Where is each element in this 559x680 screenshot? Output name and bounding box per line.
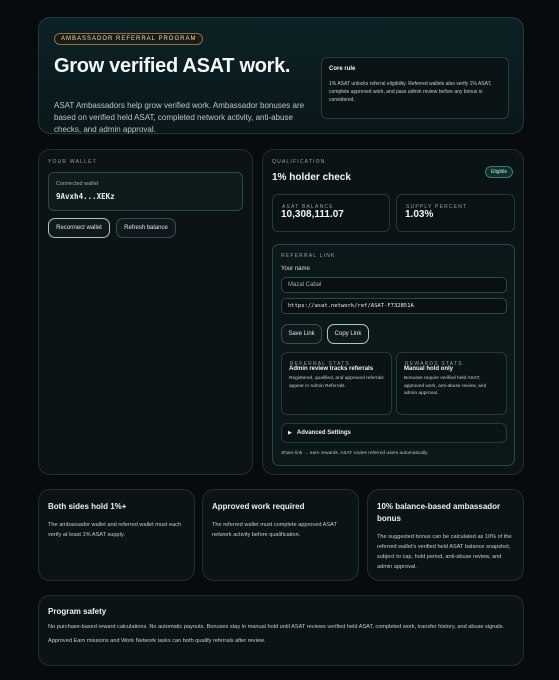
refresh-balance-button[interactable]: Refresh balance [116,218,176,238]
supply-percent-label: SUPPLY PERCENT [406,204,468,210]
info-card-title: Both sides hold 1%+ [48,502,127,511]
referral-link-label: REFERRAL LINK [281,253,336,259]
referral-footer-note: Share link → earn rewards. ASAT routes r… [281,451,429,456]
save-link-button[interactable]: Save Link [281,324,322,344]
advanced-settings-toggle[interactable]: ▶ Advanced Settings [281,423,507,443]
supply-percent-card: SUPPLY PERCENT 1.03% [396,194,515,232]
qualification-panel: QUALIFICATION 1% holder check Eligible A… [262,149,524,475]
eligible-badge: Eligible [485,166,514,178]
core-rule-body: 1% ASAT unlocks referral eligibility. Re… [329,81,492,103]
wallet-section-label: YOUR WALLET [48,159,97,165]
wallet-panel: YOUR WALLET Connected wallet 9Avxh4...XE… [38,149,253,475]
your-name-label: Your name [281,266,310,272]
info-card-title: Approved work required [212,502,305,511]
supply-percent-value: 1.03% [405,209,434,220]
info-card-body: The referred wallet must complete approv… [212,522,337,538]
referral-stats-body: Registered, qualified, and approved refe… [289,376,384,389]
hero-panel: AMBASSADOR REFERRAL PROGRAM Grow verifie… [38,17,524,134]
disclosure-triangle-icon: ▶ [288,430,292,436]
safety-body: No purchase-based reward calculations. N… [48,624,505,630]
qualification-title: 1% holder check [272,172,351,183]
program-safety-panel: Program safety No purchase-based reward … [38,595,524,666]
referral-url-field[interactable]: https://asat.network/ref/ASAT-F732B51A [281,298,507,314]
safety-body-secondary: Approved Earn missions and Work Network … [48,638,266,644]
asat-balance-label: ASAT BALANCE [282,204,334,210]
asat-balance-value: 10,308,111.07 [281,209,344,220]
info-card-body: The ambassador wallet and referred walle… [48,522,182,538]
advanced-settings-label: Advanced Settings [296,430,351,436]
program-pill: AMBASSADOR REFERRAL PROGRAM [54,33,204,45]
core-rule-title: Core rule [329,66,356,72]
hero-description: ASAT Ambassadors help grow verified work… [54,101,305,134]
page-title: Grow verified ASAT work. [54,55,291,77]
info-card-bonus: 10% balance-based ambassador bonus The s… [367,489,524,581]
info-card-holdings: Both sides hold 1%+ The ambassador walle… [38,489,195,581]
info-card-work: Approved work required The referred wall… [202,489,359,581]
wallet-address: 9Avxh4...XEKz [56,192,115,201]
info-card-title: 10% balance-based ambassador bonus [377,502,501,523]
referral-stats-label: REFERRAL STATS [290,361,351,367]
connected-wallet-box: Connected wallet 9Avxh4...XEKz [48,172,243,211]
info-card-body: The suggested bonus can be calculated as… [377,534,512,570]
rewards-stats-body: Bonuses require verified held ASAT, appr… [404,376,487,396]
reconnect-wallet-button[interactable]: Reconnect wallet [48,218,110,238]
safety-title: Program safety [48,607,107,616]
rewards-stats-box: REWARDS STATS Manual hold only Bonuses r… [396,352,507,415]
qualification-section-label: QUALIFICATION [272,159,326,165]
referral-stats-box: REFERRAL STATS Admin review tracks refer… [281,352,392,415]
referral-link-box: REFERRAL LINK Your name Mazal Cabal http… [272,244,515,466]
name-input[interactable]: Mazal Cabal [281,277,507,293]
copy-link-button[interactable]: Copy Link [327,324,369,344]
rewards-stats-label: REWARDS STATS [405,361,463,367]
core-rule-box: Core rule 1% ASAT unlocks referral eligi… [321,57,509,119]
connected-wallet-label: Connected wallet [56,181,99,187]
asat-balance-card: ASAT BALANCE 10,308,111.07 [272,194,390,232]
